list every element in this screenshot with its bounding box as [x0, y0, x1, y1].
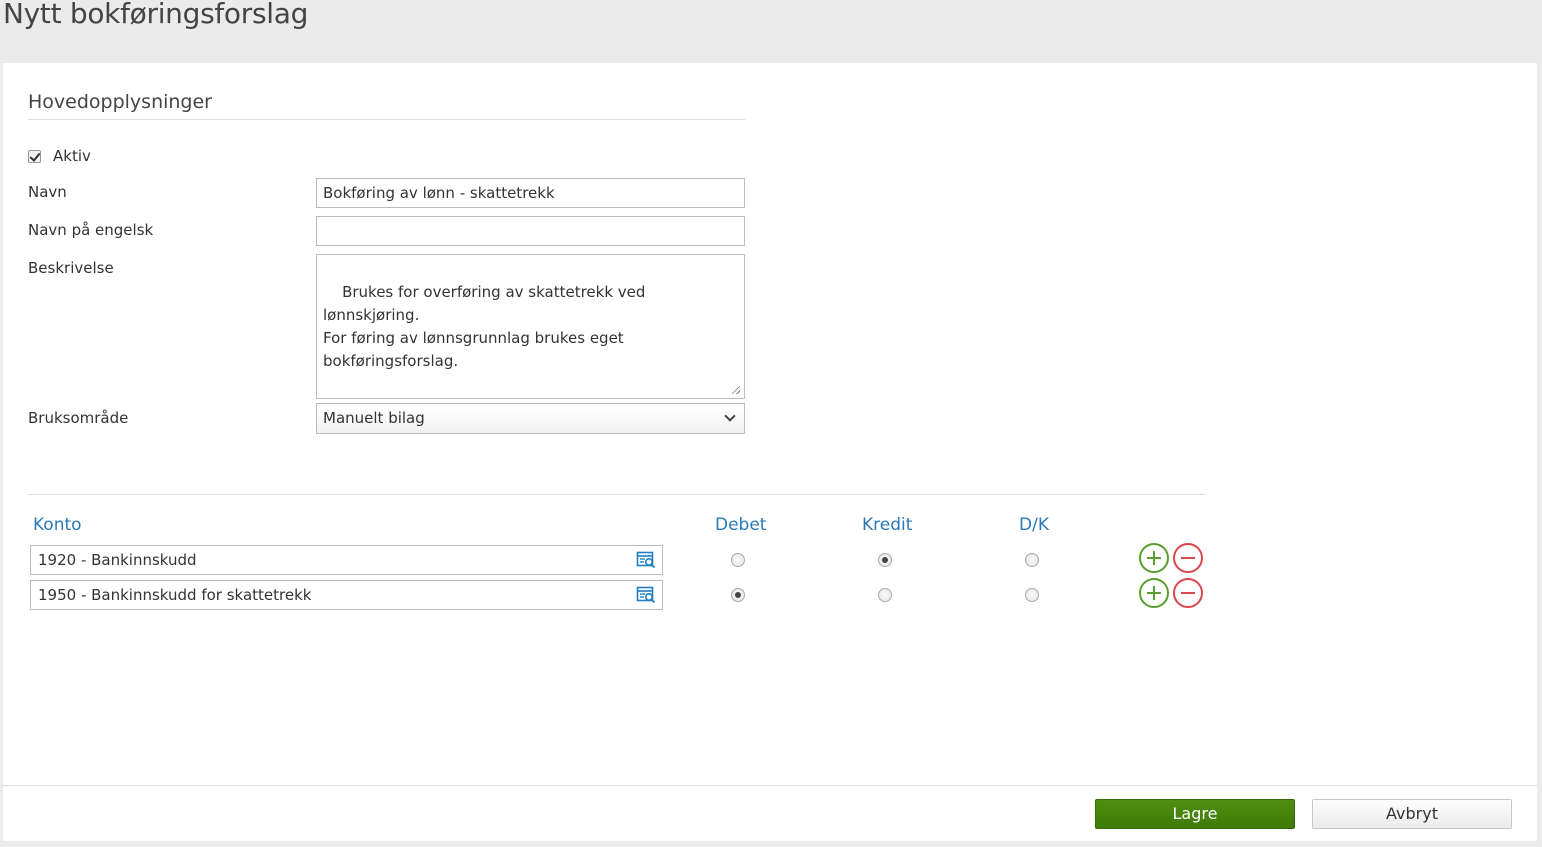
resize-grip-icon[interactable]: [732, 386, 740, 394]
col-header-dk: D/K: [1019, 515, 1049, 535]
add-row-button[interactable]: [1139, 578, 1169, 608]
navn-input[interactable]: Bokføring av lønn - skattetrekk: [316, 178, 745, 208]
table-divider: [28, 494, 1205, 495]
radio-debet-row-1[interactable]: [731, 553, 745, 567]
form-panel: Hovedopplysninger Aktiv Navn Bokføring a…: [3, 63, 1537, 785]
section-title: Hovedopplysninger: [28, 91, 212, 113]
remove-row-button[interactable]: [1173, 578, 1203, 608]
aktiv-label: Aktiv: [53, 147, 91, 165]
aktiv-row: Aktiv: [28, 147, 91, 165]
radio-kredit-row-1[interactable]: [878, 553, 892, 567]
col-header-konto: Konto: [33, 515, 82, 535]
radio-kredit-row-2[interactable]: [878, 588, 892, 602]
radio-dk-row-1[interactable]: [1025, 553, 1039, 567]
add-row-button[interactable]: [1139, 543, 1169, 573]
konto-value: 1920 - Bankinnskudd: [38, 551, 197, 569]
account-lookup-icon[interactable]: [636, 550, 656, 570]
konto-input-row-2[interactable]: 1950 - Bankinnskudd for skattetrekk: [30, 580, 663, 610]
save-button[interactable]: Lagre: [1095, 799, 1295, 829]
bruksomrade-label: Bruksområde: [28, 409, 129, 427]
radio-debet-row-2[interactable]: [731, 588, 745, 602]
col-header-debet: Debet: [715, 515, 767, 535]
navn-engelsk-label: Navn på engelsk: [28, 221, 154, 239]
navn-label: Navn: [28, 183, 67, 201]
bruksomrade-select[interactable]: Manuelt bilag: [316, 403, 745, 434]
navn-engelsk-input[interactable]: [316, 216, 745, 246]
beskrivelse-text: Brukes for overføring av skattetrekk ved…: [323, 283, 646, 370]
section-divider: [28, 119, 745, 120]
beskrivelse-textarea[interactable]: Brukes for overføring av skattetrekk ved…: [316, 254, 745, 399]
chevron-down-icon: [724, 410, 736, 422]
konto-input-row-1[interactable]: 1920 - Bankinnskudd: [30, 545, 663, 575]
beskrivelse-label: Beskrivelse: [28, 259, 114, 277]
radio-dk-row-2[interactable]: [1025, 588, 1039, 602]
cancel-button[interactable]: Avbryt: [1312, 799, 1512, 829]
account-lookup-icon[interactable]: [636, 585, 656, 605]
remove-row-button[interactable]: [1173, 543, 1203, 573]
page-title: Nytt bokføringsforslag: [3, 0, 309, 30]
col-header-kredit: Kredit: [862, 515, 913, 535]
bruksomrade-value: Manuelt bilag: [323, 409, 425, 427]
footer-bar: Lagre Avbryt: [3, 786, 1537, 841]
konto-value: 1950 - Bankinnskudd for skattetrekk: [38, 586, 312, 604]
aktiv-checkbox[interactable]: [28, 149, 41, 163]
